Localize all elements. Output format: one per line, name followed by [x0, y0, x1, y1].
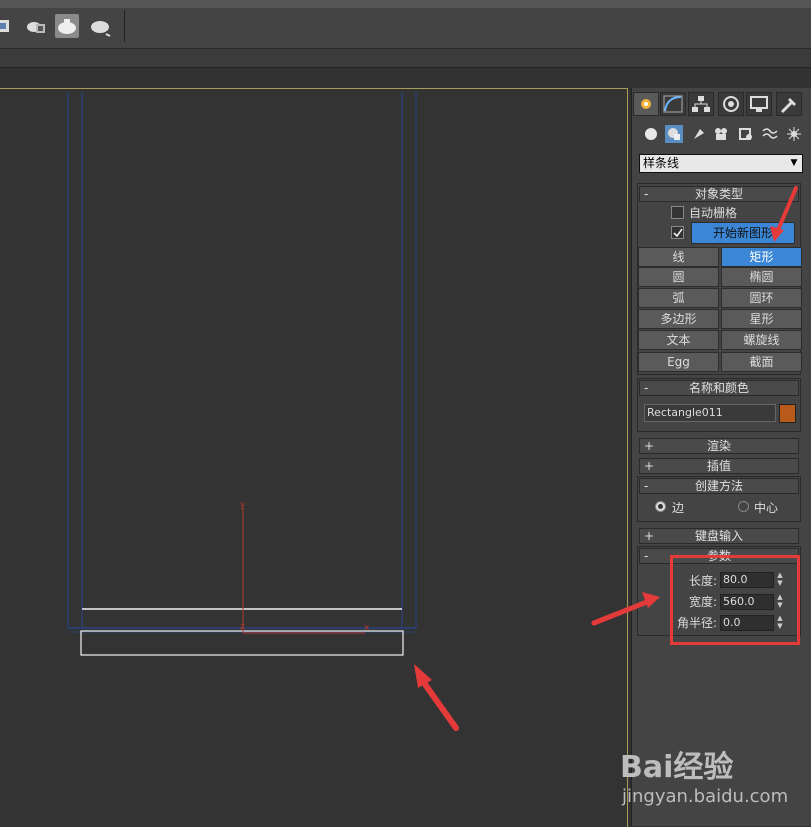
annotation-arrowhead-rectangle — [770, 226, 784, 242]
display-tab-icon[interactable] — [746, 92, 772, 116]
axis-y-label: y — [240, 500, 246, 510]
cameras-icon[interactable] — [712, 125, 730, 143]
toolbar-strip — [0, 0, 811, 8]
render-setup-icon[interactable] — [0, 14, 18, 38]
create-tab-icon[interactable] — [633, 92, 659, 116]
shapes-icon[interactable] — [665, 125, 683, 143]
render-iterative-icon[interactable] — [88, 14, 112, 38]
chevron-down-icon: ▼ — [790, 158, 798, 168]
render-production-icon[interactable] — [55, 14, 79, 38]
motion-tab-icon[interactable] — [718, 92, 744, 116]
main-toolbar — [0, 0, 811, 49]
geometry-icon[interactable] — [642, 125, 660, 143]
watermark-url: jingyan.baidu.com — [622, 786, 789, 807]
annotation-arrowhead-viewport — [414, 664, 432, 688]
helpers-icon[interactable] — [737, 125, 755, 143]
annotation-arrow-viewport — [419, 677, 459, 731]
lights-icon[interactable] — [690, 125, 708, 143]
annotation-overlay — [591, 186, 798, 626]
annotation-arrow-rectangle — [776, 186, 798, 232]
systems-icon[interactable] — [785, 125, 803, 143]
annotation-arrowhead-parameters — [642, 592, 660, 608]
modify-tab-icon[interactable] — [660, 92, 686, 116]
axis-x-label: x — [364, 623, 370, 633]
hierarchy-tab-icon[interactable] — [688, 92, 714, 116]
annotation-arrow-parameters — [591, 597, 655, 626]
category-dropdown-value: 样条线 — [643, 156, 680, 170]
rectangle-shape — [80, 630, 404, 656]
axis-z-label: z — [240, 622, 245, 632]
watermark-logo: Bai经验 — [620, 750, 734, 785]
viewport-canvas: y x z — [67, 92, 459, 731]
category-dropdown[interactable]: 样条线 ▼ — [639, 154, 803, 173]
secondary-toolbar — [0, 49, 811, 68]
toolbar-separator — [124, 10, 125, 42]
utilities-tab-icon[interactable] — [776, 92, 802, 116]
space-warps-icon[interactable] — [761, 125, 779, 143]
render-frame-icon[interactable] — [24, 14, 48, 38]
